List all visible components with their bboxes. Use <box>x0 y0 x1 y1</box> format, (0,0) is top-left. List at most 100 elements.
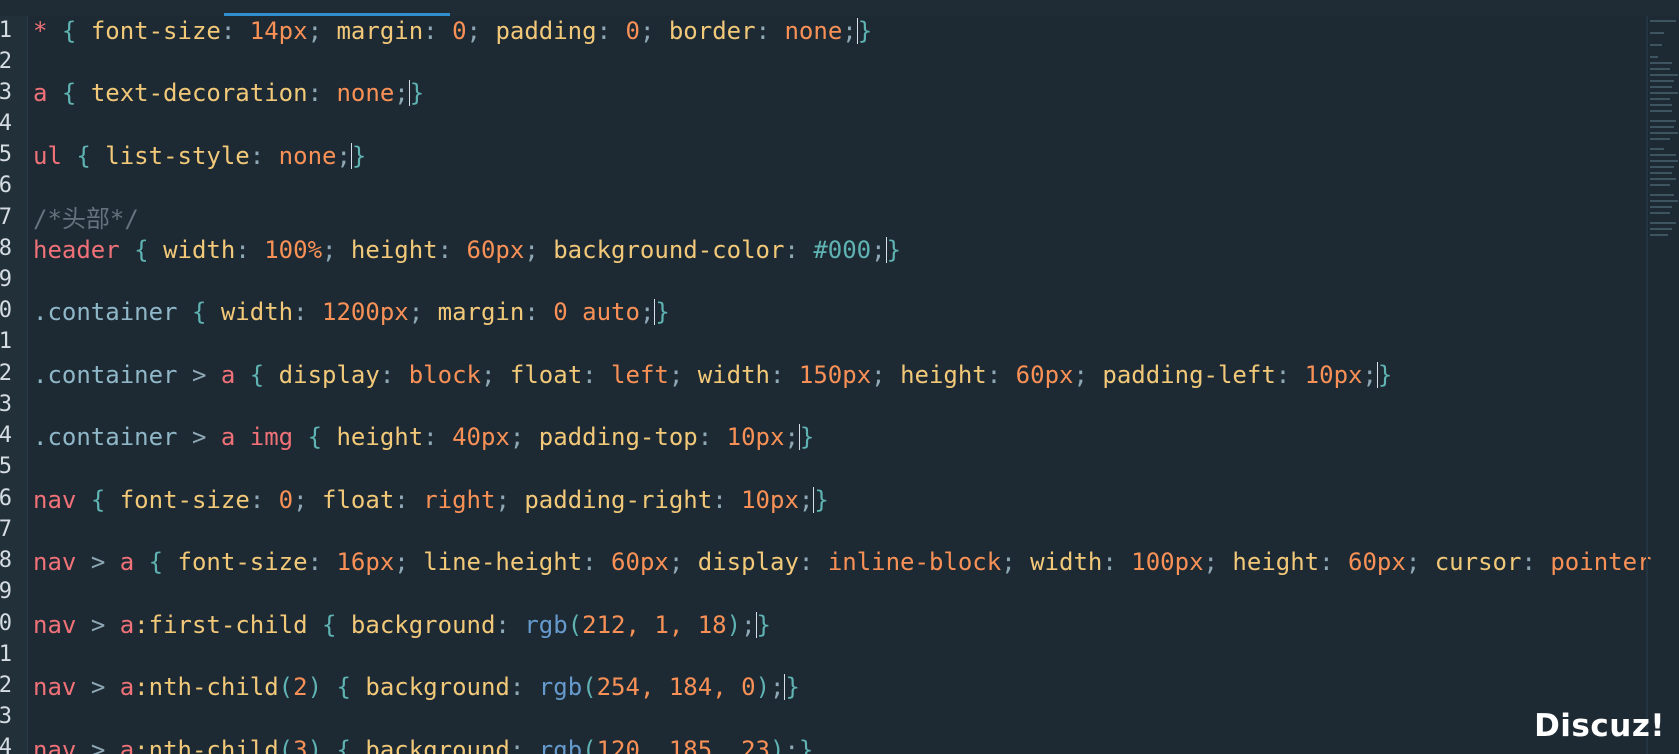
open-brace: { <box>90 486 106 514</box>
code-line[interactable]: header { width: 100%; height: 60px; back… <box>33 235 901 266</box>
close-brace: } <box>409 79 425 107</box>
line-number: 4 <box>0 111 12 136</box>
open-brace: { <box>336 673 351 701</box>
css-property: cursor <box>1434 548 1522 576</box>
css-selector: nav <box>33 486 77 514</box>
css-value: 0 <box>452 17 467 45</box>
child-combinator: > <box>90 673 106 701</box>
open-brace: { <box>336 736 351 754</box>
css-property: background <box>350 611 496 639</box>
line-number: 6 <box>0 486 12 511</box>
line-number: 5 <box>0 142 12 167</box>
css-pseudo-class: :nth-child <box>134 736 279 754</box>
css-value: 60px <box>611 548 669 576</box>
open-brace: { <box>61 79 77 107</box>
child-combinator: > <box>191 361 207 389</box>
css-value: 16px <box>336 548 395 576</box>
css-property: background-color <box>553 236 785 264</box>
code-line[interactable]: .container > a img { height: 40px; paddi… <box>33 422 814 453</box>
code-editor[interactable]: 1 2 3 4 5 6 7 8 9 0 1 2 3 4 5 6 7 8 9 0 … <box>0 0 1679 754</box>
css-value: 60px <box>466 236 525 264</box>
code-line[interactable]: .container { width: 1200px; margin: 0 au… <box>33 297 670 328</box>
css-property: margin <box>336 17 424 45</box>
open-brace: { <box>61 17 77 45</box>
css-property: height <box>350 236 438 264</box>
css-selector: a <box>33 79 48 107</box>
line-number: 7 <box>0 205 12 230</box>
code-line[interactable]: nav > a { font-size: 16px; line-height: … <box>33 547 1652 578</box>
css-pseudo-class: :first-child <box>134 611 308 639</box>
code-line[interactable]: * { font-size: 14px; margin: 0; padding:… <box>33 16 872 47</box>
css-selector: .container <box>33 298 178 326</box>
child-combinator: > <box>90 736 106 754</box>
css-value: #000 <box>813 236 872 264</box>
css-value: 10px <box>726 423 785 451</box>
code-line[interactable]: nav > a:first-child { background: rgb(21… <box>33 610 771 641</box>
css-property: padding-top <box>538 423 698 451</box>
css-property: background <box>365 673 510 701</box>
code-line[interactable]: nav { font-size: 0; float: right; paddin… <box>33 485 829 516</box>
line-number: 1 <box>0 18 12 43</box>
css-selector: * <box>33 17 48 45</box>
line-number: 3 <box>0 704 12 729</box>
tab-strip <box>0 0 1679 16</box>
open-brace: { <box>76 142 91 170</box>
close-brace: } <box>798 736 814 754</box>
css-value: 0 <box>278 486 294 514</box>
css-value: none <box>784 17 843 45</box>
css-value: right <box>423 486 496 514</box>
code-line[interactable]: /*头部*/ <box>33 204 139 235</box>
css-property: border <box>668 17 756 45</box>
css-selector: a <box>119 611 135 639</box>
css-value: 10px <box>1304 361 1363 389</box>
css-selector: .container <box>33 361 178 389</box>
css-value: pointer <box>1550 548 1652 576</box>
css-property: background <box>365 736 510 754</box>
css-property: font-size <box>119 486 250 514</box>
css-value: 0 <box>625 17 640 45</box>
code-line[interactable]: nav > a:nth-child(3) { background: rgb(1… <box>33 735 813 754</box>
close-brace: } <box>814 486 829 514</box>
css-comment: /*头部*/ <box>33 205 139 233</box>
line-number: 1 <box>0 329 12 354</box>
line-number: 2 <box>0 673 12 698</box>
css-property: display <box>278 361 380 389</box>
minimap[interactable] <box>1648 16 1679 246</box>
line-number: 8 <box>0 548 12 573</box>
css-property: width <box>697 361 770 389</box>
css-function-args: 120, 185, 23 <box>596 736 770 754</box>
css-property: font-size <box>177 548 308 576</box>
css-property: float <box>322 486 395 514</box>
code-line[interactable]: .container > a { display: block; float: … <box>33 360 1392 391</box>
line-number: 3 <box>0 392 12 417</box>
line-number: 4 <box>0 735 12 754</box>
code-line[interactable]: nav > a:nth-child(2) { background: rgb(2… <box>33 672 800 703</box>
css-property: font-size <box>90 17 221 45</box>
css-property: width <box>1030 548 1103 576</box>
line-number: 8 <box>0 236 12 261</box>
css-selector: a <box>119 736 135 754</box>
close-brace: } <box>351 142 367 170</box>
line-number: 4 <box>0 423 12 448</box>
css-pseudo-arg: 3 <box>293 736 308 754</box>
code-line[interactable]: ul { list-style: none;} <box>33 141 366 172</box>
css-selector: ul <box>33 142 62 170</box>
css-function-args: 254, 184, 0 <box>596 673 756 701</box>
css-function: rgb <box>538 736 583 754</box>
line-number: 7 <box>0 517 12 542</box>
line-number: 2 <box>0 361 12 386</box>
css-property: padding-left <box>1102 361 1276 389</box>
line-number: 3 <box>0 80 12 105</box>
css-selector: nav <box>33 611 77 639</box>
css-value: block <box>408 361 481 389</box>
code-line[interactable]: a { text-decoration: none;} <box>33 78 424 109</box>
line-number: 5 <box>0 454 12 479</box>
close-brace: } <box>756 611 771 639</box>
watermark-logo: Discuz! <box>1534 708 1665 744</box>
css-value: 1200px <box>322 298 409 326</box>
open-brace: { <box>134 236 149 264</box>
css-property: display <box>697 548 799 576</box>
css-selector: a <box>119 548 135 576</box>
css-selector: nav <box>33 548 77 576</box>
css-property: line-height <box>423 548 583 576</box>
